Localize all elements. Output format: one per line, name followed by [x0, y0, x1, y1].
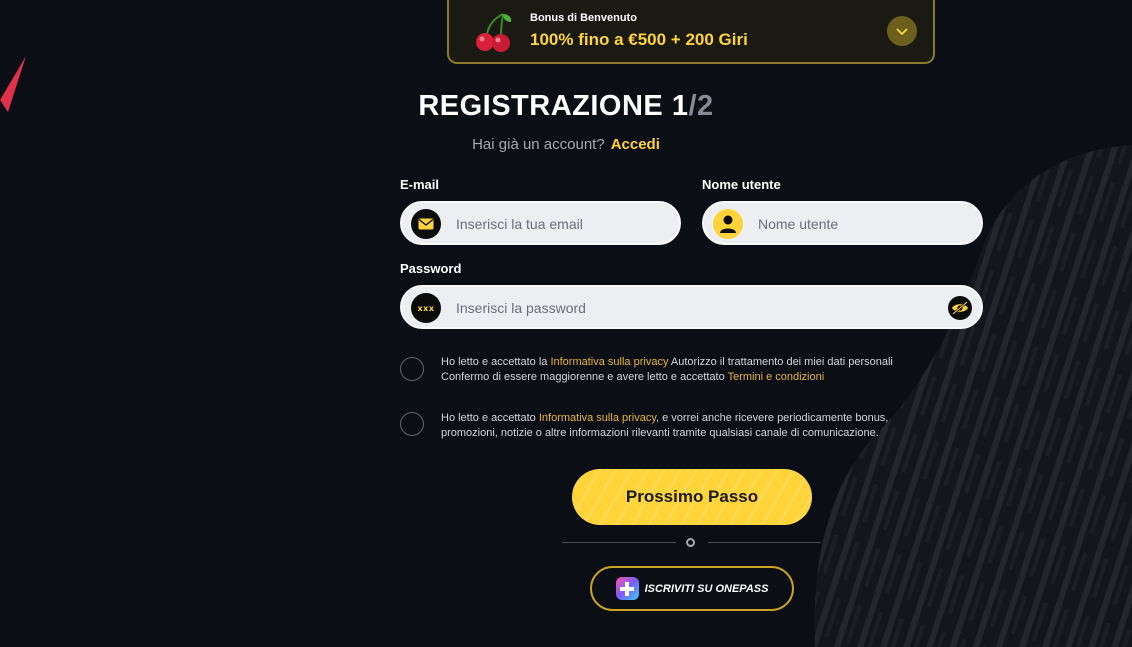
welcome-bonus-banner[interactable]: Bonus di Benvenuto 100% fino a €500 + 20… [447, 0, 935, 64]
cherry-icon [476, 13, 512, 52]
consent-text: , e vorrei anche ricevere periodicamente… [656, 412, 889, 424]
marketing-consent-checkbox[interactable] [400, 412, 424, 436]
username-label: Nome utente [702, 177, 781, 192]
onepass-label: ISCRIVITI SU ONEPASS [644, 582, 769, 595]
email-field[interactable] [400, 201, 681, 245]
email-label: E-mail [400, 177, 440, 192]
terms-link[interactable]: Termini e condizioni [728, 371, 825, 383]
envelope-icon [411, 209, 441, 239]
bonus-label: Bonus di Benvenuto [530, 12, 637, 24]
consent-text: Autorizzo il trattamento dei miei dati p… [668, 356, 893, 368]
consent-text: Ho letto e accettato [441, 412, 539, 424]
marketing-consent-text: Ho letto e accettato Informativa sulla p… [441, 411, 981, 441]
username-field[interactable] [702, 201, 983, 245]
title-text: REGISTRAZIONE [418, 90, 664, 122]
divider-line-right [708, 542, 821, 543]
privacy-policy-link[interactable]: Informativa sulla privacy [539, 412, 656, 424]
user-icon [713, 209, 743, 239]
password-input[interactable] [454, 287, 937, 329]
consent-text: Confermo di essere maggiorenne e avere l… [441, 371, 728, 383]
password-icon: xxx [411, 293, 441, 323]
email-input[interactable] [454, 203, 635, 245]
privacy-consent-checkbox[interactable] [400, 357, 424, 381]
login-prompt: Hai già un account? Accedi [0, 136, 1132, 153]
next-step-button[interactable]: Prossimo Passo [572, 469, 812, 525]
onepass-icon [615, 577, 639, 600]
login-prompt-text: Hai già un account? [472, 136, 605, 153]
bonus-expand-button[interactable] [887, 16, 917, 46]
page-title: REGISTRAZIONE 1/2 [0, 90, 1132, 123]
password-field[interactable]: xxx [400, 285, 983, 329]
divider-line-left [562, 542, 676, 543]
consent-text: Ho letto e accettato la [441, 356, 551, 368]
toggle-password-visibility-button[interactable] [948, 296, 972, 320]
onepass-signup-button[interactable]: ISCRIVITI SU ONEPASS [590, 566, 794, 611]
bonus-title: 100% fino a €500 + 200 Giri [530, 30, 748, 49]
consent-text: promozioni, notizie o altre informazioni… [441, 427, 879, 439]
divider-separator [686, 538, 695, 547]
username-input[interactable] [756, 203, 937, 245]
eye-slash-icon [952, 301, 968, 315]
step-current: 1 [671, 90, 689, 122]
password-icon-text: xxx [417, 303, 435, 313]
chevron-down-icon [896, 28, 908, 36]
privacy-consent-text: Ho letto e accettato la Informativa sull… [441, 355, 981, 385]
password-label: Password [400, 261, 462, 276]
login-link[interactable]: Accedi [611, 136, 660, 153]
privacy-policy-link[interactable]: Informativa sulla privacy [550, 356, 668, 368]
step-total: /2 [688, 90, 714, 122]
